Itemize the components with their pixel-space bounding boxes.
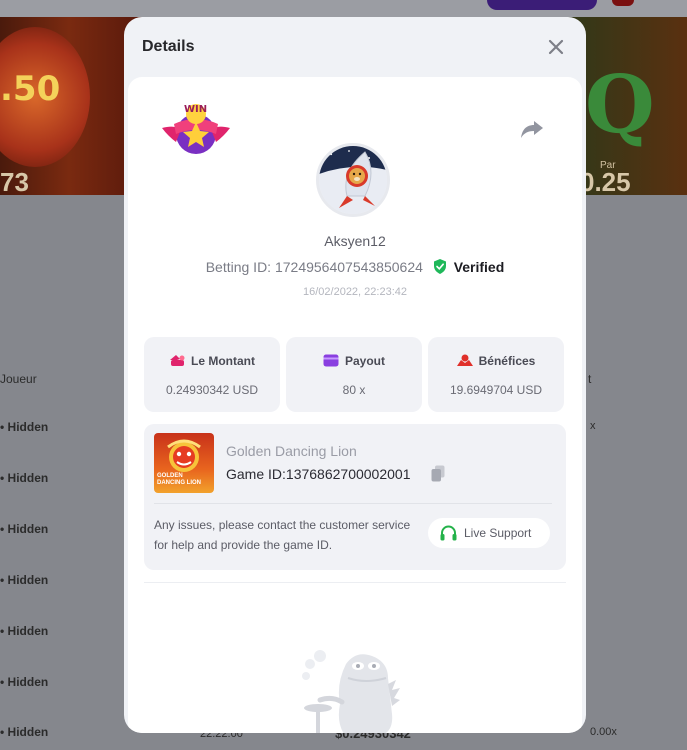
stat-payout-value: 80 x (342, 383, 366, 397)
list-row-player: • Hidden (0, 522, 49, 536)
stat-profit-header: Bénéfices (428, 354, 564, 368)
list-row-player: • Hidden (0, 725, 49, 739)
list-row-player: • Hidden (0, 675, 49, 689)
badge-label: WIN (184, 104, 208, 115)
stat-payout-label: Payout (344, 354, 385, 368)
stat-amount-value: 0.24930342 USD (165, 383, 259, 397)
live-support-button[interactable]: Live Support (428, 518, 550, 548)
betting-id-line: Betting ID: 1724956407543850624 Verified (128, 259, 582, 275)
betting-id: Betting ID: 1724956407543850624 (205, 259, 423, 275)
details-modal: Details WIN Aksyen12 Betting ID: 1724956… (124, 17, 586, 733)
top-red-chip (612, 0, 634, 6)
list-row-player: • Hidden (0, 624, 49, 638)
modal-title: Details (142, 38, 195, 55)
stat-profit-label: Bénéfices (478, 354, 536, 368)
stat-amount-header: Le Montant (144, 354, 280, 368)
lantern-value: .50 (0, 69, 61, 109)
stat-payout: Payout 80 x (286, 337, 422, 412)
win-badge-icon: WIN (160, 102, 232, 158)
top-primary-button[interactable] (487, 0, 597, 10)
game-id: Game ID:1376862700002001 (226, 466, 411, 482)
thumbnail-title: GOLDEN DANCING LION (157, 473, 201, 486)
game-thumbnail[interactable]: GOLDEN DANCING LION (154, 433, 214, 493)
list-row-player: • Hidden (0, 420, 49, 434)
username: Aksyen12 (324, 233, 386, 249)
modal-header: Details (124, 17, 586, 77)
divider (144, 582, 566, 583)
column-header-right: t (588, 372, 592, 386)
banner-left-value: 73 (0, 167, 29, 197)
column-header-player: Joueur (0, 372, 37, 386)
profit-icon (456, 354, 473, 367)
coins-icon (169, 354, 185, 367)
banner-right-value: 0.25 (580, 167, 631, 197)
stat-profit: Bénéfices 19.6949704 USD (428, 337, 564, 412)
banner-symbol: Q (585, 57, 655, 151)
stat-amount-label: Le Montant (191, 354, 255, 368)
stat-amount: Le Montant 0.24930342 USD (144, 337, 280, 412)
list-row-multiplier: x (590, 420, 596, 432)
share-icon[interactable] (520, 119, 544, 139)
list-row-player: • Hidden (0, 471, 49, 485)
stat-payout-header: Payout (286, 354, 422, 368)
wallet-icon (323, 354, 339, 367)
game-card: GOLDEN DANCING LION Golden Dancing Lion G… (144, 424, 566, 570)
divider (154, 503, 552, 504)
headphones-icon (440, 525, 457, 541)
list-row-multiplier: 0.00x (590, 726, 617, 738)
verified-shield-icon (433, 259, 447, 274)
avatar (316, 143, 390, 217)
stat-profit-value: 19.6949704 USD (449, 383, 543, 397)
close-icon[interactable] (546, 37, 566, 57)
bet-datetime: 16/02/2022, 22:23:42 (303, 286, 407, 298)
copy-icon[interactable] (431, 465, 445, 482)
live-support-label: Live Support (464, 526, 532, 540)
list-row-player: • Hidden (0, 573, 49, 587)
game-name: Golden Dancing Lion (226, 443, 357, 459)
verified-label: Verified (453, 259, 505, 275)
support-message: Any issues, please contact the customer … (154, 518, 411, 552)
dino-mascot-icon (296, 644, 406, 733)
modal-body: WIN Aksyen12 Betting ID: 172495640754385… (128, 77, 582, 733)
